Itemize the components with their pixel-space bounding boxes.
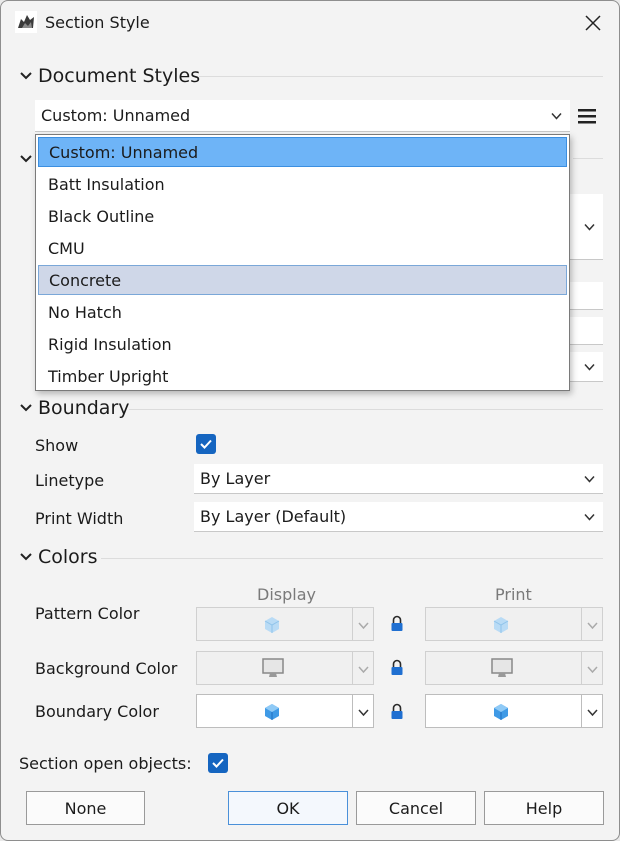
hidden-field[interactable]: [567, 282, 603, 310]
background-color-label: Background Color: [35, 659, 178, 678]
dropdown-option[interactable]: Custom: Unnamed: [38, 137, 567, 167]
section-open-objects-label: Section open objects:: [19, 754, 192, 773]
cube-icon: [493, 617, 509, 633]
chevron-down-icon: [584, 513, 595, 521]
help-button[interactable]: Help: [484, 791, 604, 825]
divider: [129, 409, 603, 410]
chevron-down-icon: [20, 72, 32, 80]
background-display-color[interactable]: [196, 651, 374, 685]
boundary-print-color[interactable]: [425, 694, 603, 728]
cube-icon: [494, 704, 508, 720]
chevron-down-icon: [587, 666, 598, 674]
hidden-select[interactable]: [567, 352, 603, 382]
none-button[interactable]: None: [26, 791, 145, 825]
print-column-header: Print: [495, 585, 532, 604]
checkmark-icon: [212, 758, 224, 768]
colors-heading: Colors: [38, 546, 98, 568]
hidden-field[interactable]: [567, 317, 603, 345]
chevron-down-icon: [358, 666, 369, 674]
print-width-select[interactable]: By Layer (Default): [194, 502, 603, 532]
display-column-header: Display: [257, 585, 316, 604]
pattern-color-label: Pattern Color: [35, 604, 140, 623]
section-open-objects-checkbox[interactable]: [208, 753, 228, 773]
chevron-down-icon: [20, 553, 32, 561]
colors-header[interactable]: Colors: [19, 546, 98, 568]
ok-button[interactable]: OK: [228, 791, 348, 825]
document-styles-select[interactable]: Custom: Unnamed: [35, 100, 570, 132]
boundary-heading: Boundary: [38, 397, 130, 419]
divider: [573, 158, 603, 159]
dropdown-option[interactable]: Black Outline: [38, 201, 567, 231]
cancel-button[interactable]: Cancel: [356, 791, 476, 825]
dropdown-option[interactable]: No Hatch: [38, 297, 567, 327]
linetype-value: By Layer: [200, 469, 271, 488]
section-style-dialog: Section Style Document Styles Custom: Un…: [0, 0, 620, 841]
chevron-down-icon: [584, 475, 595, 483]
hidden-select[interactable]: [567, 194, 603, 260]
menu-button[interactable]: [577, 105, 597, 127]
document-styles-selected: Custom: Unnamed: [41, 106, 191, 125]
linetype-select[interactable]: By Layer: [194, 464, 603, 494]
divider: [199, 76, 603, 77]
dropdown-option[interactable]: CMU: [38, 233, 567, 263]
checkmark-icon: [200, 439, 212, 449]
show-checkbox[interactable]: [196, 434, 216, 454]
cube-icon: [265, 704, 279, 720]
divider: [101, 558, 603, 559]
pattern-print-color[interactable]: [425, 607, 603, 641]
chevron-down-icon: [587, 622, 598, 630]
lock-icon[interactable]: [390, 615, 404, 633]
chevron-down-icon: [584, 223, 595, 231]
close-button[interactable]: [573, 5, 613, 41]
boundary-display-color[interactable]: [196, 694, 374, 728]
linetype-label: Linetype: [35, 471, 105, 490]
chevron-down-icon: [358, 709, 369, 717]
cube-icon: [264, 617, 280, 633]
show-label: Show: [35, 436, 79, 455]
monitor-icon: [491, 658, 513, 677]
lock-icon[interactable]: [390, 703, 404, 721]
dropdown-option[interactable]: Batt Insulation: [38, 169, 567, 199]
chevron-down-icon: [584, 363, 595, 371]
dropdown-option[interactable]: Rigid Insulation: [38, 329, 567, 359]
lock-icon[interactable]: [390, 659, 404, 677]
pattern-display-color[interactable]: [196, 607, 374, 641]
close-icon: [585, 15, 601, 31]
chevron-down-icon: [587, 709, 598, 717]
print-width-value: By Layer (Default): [200, 507, 347, 526]
document-styles-heading: Document Styles: [38, 65, 201, 87]
window-title: Section Style: [45, 13, 150, 32]
monitor-icon: [262, 658, 284, 677]
chevron-down-icon: [20, 404, 32, 412]
chevron-down-icon: [358, 622, 369, 630]
document-styles-header[interactable]: Document Styles: [19, 65, 200, 87]
dropdown-option[interactable]: Concrete: [38, 265, 567, 295]
boundary-header[interactable]: Boundary: [19, 397, 130, 419]
dropdown-option[interactable]: Timber Upright: [38, 361, 567, 391]
chevron-down-icon: [20, 155, 32, 163]
rhino-app-icon: [15, 11, 37, 33]
chevron-down-icon: [551, 112, 562, 120]
boundary-color-label: Boundary Color: [35, 702, 159, 721]
document-styles-dropdown: Custom: Unnamed Batt Insulation Black Ou…: [35, 134, 570, 391]
hamburger-icon: [578, 109, 596, 124]
background-print-color[interactable]: [425, 651, 603, 685]
print-width-label: Print Width: [35, 509, 124, 528]
